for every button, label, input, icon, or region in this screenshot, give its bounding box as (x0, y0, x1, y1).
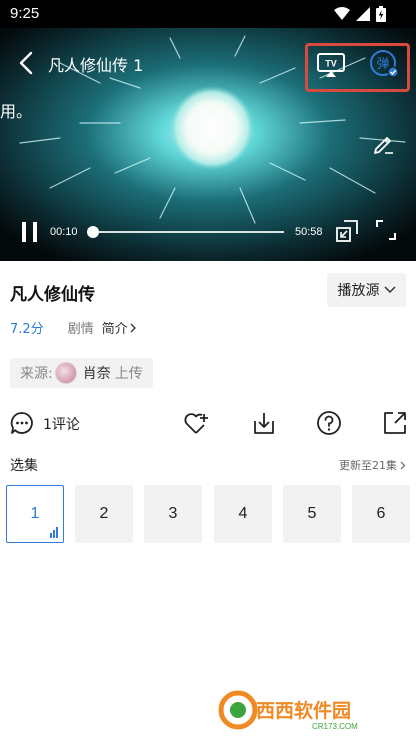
episode-number: 2 (99, 505, 109, 522)
avatar (54, 362, 77, 384)
share-icon[interactable] (382, 410, 408, 436)
play-source-dropdown[interactable]: 播放源 (327, 273, 406, 307)
status-icons (334, 6, 386, 22)
rating: 7.2分 (10, 322, 44, 337)
video-title: 凡人修仙传 1 (48, 56, 144, 75)
episode-number: 6 (376, 505, 386, 522)
episodes-update-link[interactable]: 更新至21集 (339, 457, 406, 473)
episode-number: 4 (238, 505, 248, 522)
progress-bar[interactable] (86, 226, 284, 238)
episodes-label: 选集 (10, 458, 38, 474)
episode-number: 1 (30, 505, 40, 522)
picture-in-picture-icon[interactable] (335, 219, 359, 243)
comment-icon[interactable] (10, 411, 34, 435)
total-time: 50:58 (295, 226, 323, 238)
episode-button-5[interactable]: 5 (283, 485, 341, 543)
episode-number: 3 (168, 505, 178, 522)
episode-button-4[interactable]: 4 (214, 485, 272, 543)
episode-button-1[interactable]: 1 (6, 485, 64, 543)
episode-button-6[interactable]: 6 (352, 485, 410, 543)
signal-icon (356, 7, 370, 21)
uploader-name: 肖奈 (82, 366, 111, 382)
episodes-update-text: 更新至21集 (339, 459, 397, 472)
status-time: 9:25 (10, 5, 40, 22)
player-top-bar: 凡人修仙传 1 TV 弹 (0, 28, 416, 92)
current-time: 00:10 (50, 226, 78, 238)
genre: 剧情 (67, 322, 94, 337)
show-title: 凡人修仙传 (10, 285, 95, 305)
fullscreen-icon[interactable] (375, 219, 397, 241)
help-icon[interactable] (316, 410, 342, 436)
favorite-add-icon[interactable] (183, 410, 209, 436)
meta-row: 7.2分 剧情 简介 (10, 318, 137, 337)
episode-button-2[interactable]: 2 (75, 485, 133, 543)
uploader-chip[interactable]: 来源: 肖奈 上传 (10, 358, 153, 388)
chevron-down-icon (383, 286, 396, 294)
back-arrow-icon[interactable] (14, 50, 40, 76)
progress-thumb[interactable] (86, 226, 99, 238)
episode-number: 5 (307, 505, 317, 522)
episode-grid: 1 2 3 4 5 6 (6, 485, 410, 543)
play-source-label: 播放源 (337, 283, 380, 299)
episode-button-3[interactable]: 3 (144, 485, 202, 543)
subtitle-text: 用。 (0, 102, 33, 121)
chevron-right-icon (130, 323, 136, 332)
video-player[interactable]: 凡人修仙传 1 TV 弹 用。 00:10 50:58 (0, 28, 416, 261)
danmu-toggle-icon[interactable]: 弹 (369, 49, 399, 79)
comment-count[interactable]: 1评论 (43, 414, 80, 434)
actions-row: 1评论 (0, 406, 416, 440)
watermark-text: 西西软件园 (256, 699, 351, 722)
source-label: 来源: (20, 366, 53, 382)
danmu-label: 弹 (376, 57, 389, 72)
battery-icon (376, 6, 386, 22)
upload-label: 上传 (114, 366, 143, 382)
chevron-right-icon (400, 461, 406, 469)
watermark-logo: 西西软件园 CR173.COM (216, 688, 396, 732)
intro-link-label: 简介 (101, 322, 128, 337)
playing-bars-icon (50, 527, 58, 538)
pencil-edit-icon[interactable] (372, 132, 396, 156)
intro-link[interactable]: 简介 (102, 318, 137, 337)
download-icon[interactable] (251, 410, 277, 436)
watermark-sub: CR173.COM (312, 722, 358, 731)
wifi-icon (334, 7, 350, 20)
tv-label: TV (325, 59, 337, 69)
tv-cast-icon[interactable]: TV (316, 52, 346, 78)
player-controls: 00:10 50:58 (0, 212, 416, 252)
pause-icon[interactable] (20, 221, 40, 243)
status-bar: 9:25 (0, 0, 416, 28)
